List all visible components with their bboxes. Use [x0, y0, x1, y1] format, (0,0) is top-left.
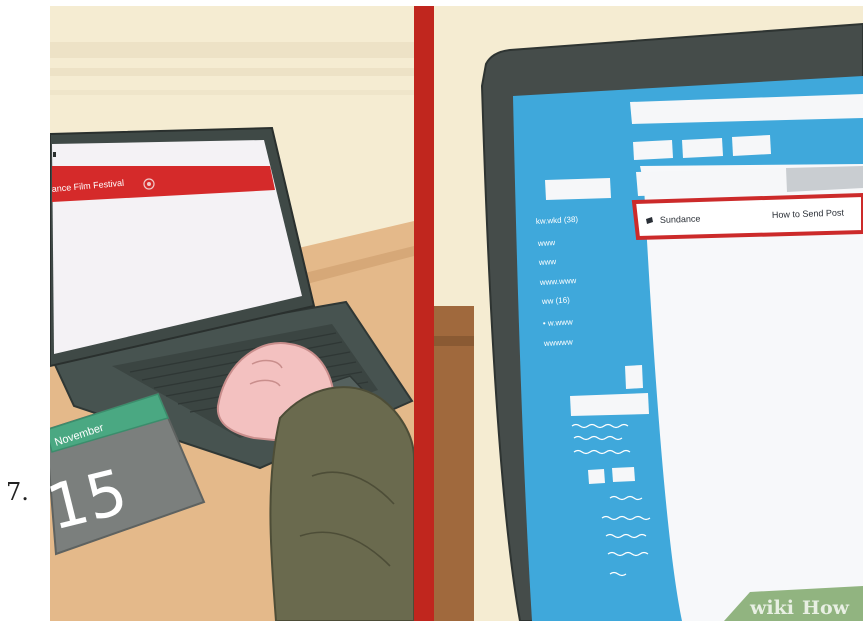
panel-divider: [414, 6, 434, 621]
sidebar-item: www: [537, 238, 556, 248]
step-number: 7.: [6, 478, 29, 506]
watermark-how: How: [802, 597, 850, 619]
sidebar-item: • w.www: [543, 317, 574, 328]
monitor: Sundance How to Send Post kw.wkd (38) ww…: [480, 22, 863, 621]
sidebar-item: wwwww: [543, 337, 574, 348]
sidebar-compose-block: [545, 178, 611, 200]
sidebar-item: ww (16): [541, 296, 571, 307]
sidebar-item: www: [538, 257, 557, 267]
watermark-wiki: wiki: [749, 597, 794, 619]
right-panel: Sundance How to Send Post kw.wkd (38) ww…: [434, 6, 863, 621]
illustration: ance Film Festival November 15 Sundance …: [50, 6, 863, 621]
row-sender: Sundance: [660, 214, 701, 225]
left-panel: ance Film Festival November 15: [50, 6, 415, 621]
